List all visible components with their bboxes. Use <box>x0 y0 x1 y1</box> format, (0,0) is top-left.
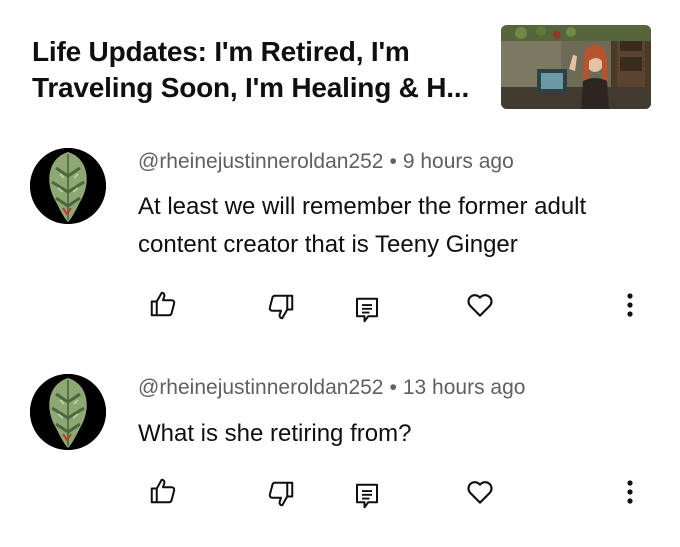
video-thumbnail-image <box>501 25 651 109</box>
reply-comment-icon <box>356 297 378 323</box>
comment-item: @rheinejustinneroldan252 • 9 hours ago At … <box>0 140 680 330</box>
video-title[interactable]: Life Updates: I'm Retired, I'm Traveling… <box>32 34 487 106</box>
comment-time: 9 hours ago <box>402 150 514 173</box>
video-header[interactable]: Life Updates: I'm Retired, I'm Traveling… <box>0 0 680 120</box>
reply-button[interactable] <box>347 476 387 516</box>
comment-author[interactable]: @rheinejustinneroldan252 <box>138 150 384 173</box>
video-title-line-1: Life Updates: I'm Retired, I'm <box>32 36 410 67</box>
like-button[interactable] <box>143 284 183 324</box>
reply-button[interactable] <box>347 290 387 330</box>
dislike-button[interactable] <box>261 287 301 327</box>
comment-text-line: What is she retiring from? <box>138 420 412 447</box>
comment-text-line: content creator that is Teeny Ginger <box>138 231 518 258</box>
meta-separator: • <box>389 150 397 173</box>
comment-text: What is she retiring from? <box>138 415 658 453</box>
comment-text: At least we will remember the former adu… <box>138 188 658 264</box>
comment-time: 13 hours ago <box>402 376 526 399</box>
dislike-button[interactable] <box>261 474 301 514</box>
meta-separator: • <box>389 376 397 399</box>
heart-icon <box>467 294 493 317</box>
avatar-leaf-image <box>30 148 106 224</box>
more-vertical-icon <box>627 480 633 504</box>
comment-meta: @rheinejustinneroldan252 • 9 hours ago <box>138 150 514 174</box>
avatar[interactable] <box>30 374 106 450</box>
comment-text-line: At least we will remember the former adu… <box>138 193 587 220</box>
more-options-button[interactable] <box>610 472 650 512</box>
video-thumbnail[interactable] <box>501 25 651 109</box>
heart-button[interactable] <box>460 472 500 512</box>
more-vertical-icon <box>627 293 633 317</box>
avatar[interactable] <box>30 148 106 224</box>
avatar-leaf-image <box>30 374 106 450</box>
thumbs-down-icon <box>268 481 294 507</box>
like-button[interactable] <box>143 471 183 511</box>
heart-button[interactable] <box>460 285 500 325</box>
comment-author[interactable]: @rheinejustinneroldan252 <box>138 376 384 399</box>
comment-meta: @rheinejustinneroldan252 • 13 hours ago <box>138 376 525 400</box>
thumbs-up-icon <box>150 291 176 317</box>
comment-item: @rheinejustinneroldan252 • 13 hours ago Wh… <box>0 366 680 536</box>
reply-comment-icon <box>356 483 378 509</box>
thumbs-up-icon <box>150 478 176 504</box>
more-options-button[interactable] <box>610 285 650 325</box>
video-title-line-2: Traveling Soon, I'm Healing & H... <box>32 72 470 103</box>
heart-icon <box>467 481 493 504</box>
thumbs-down-icon <box>268 294 294 320</box>
